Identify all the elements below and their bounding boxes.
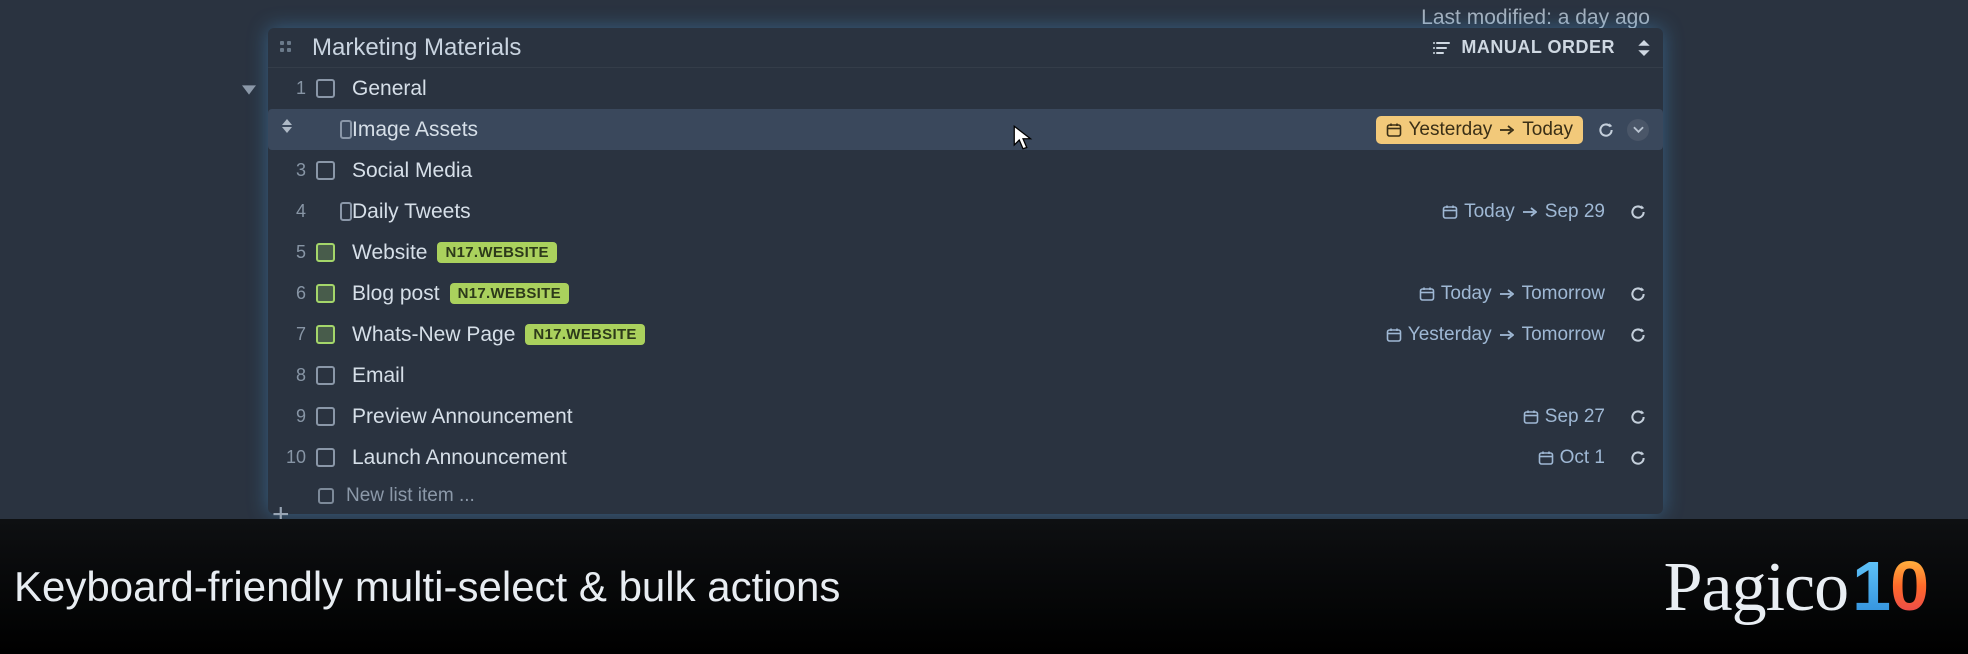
expand-row-button[interactable] [1627,119,1649,141]
product-logo: Pagico10 [1664,546,1928,628]
date-to: Tomorrow [1522,283,1605,305]
task-label[interactable]: Whats-New Page [352,323,515,347]
row-number: 10 [268,447,316,468]
recur-icon[interactable] [1627,201,1649,223]
row-number: 9 [268,406,316,427]
task-checkbox[interactable] [316,325,335,344]
list-row[interactable]: 7 Whats-New Page N17.WEBSITE Yesterday To… [268,314,1663,355]
last-modified-label: Last modified: a day ago [1421,6,1650,30]
date-from: Today [1441,283,1492,305]
date-chip[interactable]: Yesterday Tomorrow [1376,321,1615,349]
tagline: Keyboard-friendly multi-select & bulk ac… [14,563,840,611]
list-title[interactable]: Marketing Materials [312,34,1433,62]
date-to: Today [1522,119,1573,141]
footer-banner: Keyboard-friendly multi-select & bulk ac… [0,519,1968,654]
date-from: Yesterday [1408,324,1492,346]
task-checkbox[interactable] [316,284,335,303]
date-from: Today [1464,201,1515,223]
list-header: Marketing Materials MANUAL ORDER [268,28,1663,68]
task-checkbox[interactable] [316,407,335,426]
date-chip[interactable]: Today Tomorrow [1409,280,1615,308]
new-item-placeholder: New list item ... [346,485,475,507]
project-tag[interactable]: N17.WEBSITE [525,324,644,345]
task-checkbox[interactable] [340,120,352,139]
arrow-right-icon [1500,289,1514,299]
sort-mode-label: MANUAL ORDER [1461,37,1615,58]
recur-icon[interactable] [1627,406,1649,428]
task-label[interactable]: Image Assets [352,118,478,142]
list-row[interactable]: 5 Website N17.WEBSITE [268,232,1663,273]
date-to: Sep 29 [1545,201,1605,223]
task-checkbox[interactable] [316,79,335,98]
task-label[interactable]: Email [352,364,405,388]
arrow-right-icon [1523,207,1537,217]
row-number: 7 [268,324,316,345]
date-chip[interactable]: Sep 27 [1513,403,1615,431]
task-list-panel: Marketing Materials MANUAL ORDER 1 Gener… [268,28,1663,514]
row-number: 6 [268,283,316,304]
list-order-icon [1433,39,1451,57]
date-text: Oct 1 [1560,447,1605,469]
row-number: 3 [268,160,316,181]
task-label[interactable]: General [352,77,427,101]
date-to: Tomorrow [1522,324,1605,346]
recur-icon[interactable] [1595,119,1617,141]
task-checkbox[interactable] [316,448,335,467]
date-chip[interactable]: Yesterday Today [1376,116,1583,144]
arrow-right-icon [1500,125,1514,135]
list-row[interactable]: 9 Preview Announcement Sep 27 [268,396,1663,437]
sort-updown-icon [1637,40,1651,56]
row-number: 5 [268,242,316,263]
cursor-icon [1013,125,1033,145]
new-item-row[interactable]: New list item ... [268,478,1663,514]
date-text: Sep 27 [1545,406,1605,428]
recur-icon[interactable] [1627,283,1649,305]
date-chip[interactable]: Oct 1 [1528,444,1615,472]
recur-icon[interactable] [1627,447,1649,469]
task-checkbox[interactable] [316,161,335,180]
date-from: Yesterday [1408,119,1492,141]
collapse-toggle[interactable] [234,70,264,110]
sort-control[interactable]: MANUAL ORDER [1433,37,1651,58]
project-tag[interactable]: N17.WEBSITE [437,242,556,263]
task-label[interactable]: Blog post [352,282,440,306]
new-item-checkbox-icon [318,488,334,504]
task-label[interactable]: Preview Announcement [352,405,573,429]
task-label[interactable]: Website [352,241,427,265]
list-row[interactable]: 1 General [268,68,1663,109]
list-row[interactable]: 3 Social Media [268,150,1663,191]
task-checkbox[interactable] [340,202,352,221]
recur-icon[interactable] [1627,324,1649,346]
task-checkbox[interactable] [316,243,335,262]
list-row[interactable]: Image Assets Yesterday Today [268,109,1663,150]
task-label[interactable]: Launch Announcement [352,446,567,470]
task-label[interactable]: Social Media [352,159,472,183]
date-chip[interactable]: Today Sep 29 [1432,198,1615,226]
list-row[interactable]: 10 Launch Announcement Oct 1 [268,437,1663,478]
row-number: 4 [268,201,316,222]
reorder-handle-icon[interactable] [282,119,292,133]
arrow-right-icon [1500,330,1514,340]
task-checkbox[interactable] [316,366,335,385]
list-row[interactable]: 6 Blog post N17.WEBSITE Today Tomorrow [268,273,1663,314]
row-number: 8 [268,365,316,386]
project-tag[interactable]: N17.WEBSITE [450,283,569,304]
list-row[interactable]: 4 Daily Tweets Today Sep 29 [268,191,1663,232]
drag-handle-icon[interactable] [280,41,294,55]
list-row[interactable]: 8 Email [268,355,1663,396]
task-label[interactable]: Daily Tweets [352,200,471,224]
row-number: 1 [268,78,316,99]
